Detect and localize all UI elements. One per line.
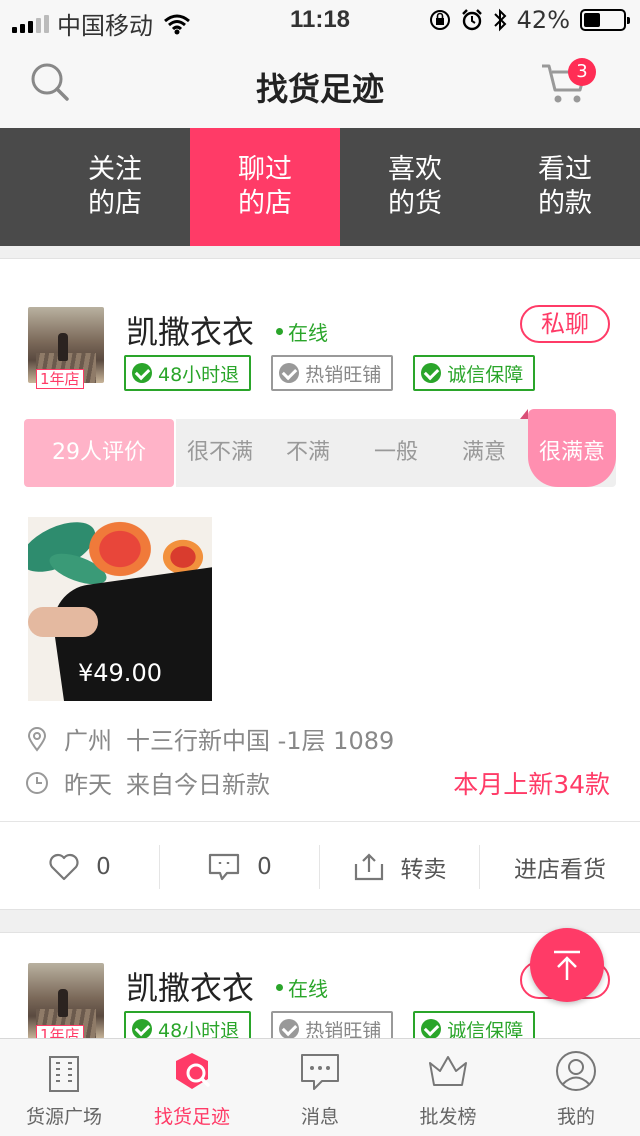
tab-label: 我的 [556,1106,595,1128]
battery-percent: 42% [516,6,570,34]
new-items-count[interactable]: 本月上新34款 [453,765,610,801]
shop-name[interactable]: 凯撒衣衣 [126,307,254,353]
product-thumbnail[interactable]: ¥49.00 [28,517,212,701]
tab-label: 批发榜 [419,1106,477,1128]
rating-very-satisfied[interactable]: 很满意 [520,409,616,487]
rating-bar: 29人评价 很不满 不满 一般 满意 很满意 [24,409,616,487]
address: 十三行新中国 -1层 1089 [126,727,395,755]
battery-icon [580,9,630,31]
like-button[interactable]: 0 [0,844,160,889]
location-row: 广州 十三行新中国 -1层 1089 [24,721,394,756]
shop-badges: 48小时退 热销旺铺 诚信保障 [124,355,536,391]
comment-icon [209,853,240,880]
rating-very-unsatisfied[interactable]: 很不满 [176,419,264,487]
footprint-search-icon [176,1053,210,1089]
check-icon [132,363,152,383]
source-label: 来自今日新款 [126,771,270,799]
badge-label: 48小时退 [158,363,240,386]
back-to-top-button[interactable] [530,928,604,1002]
tab-chatted-shops[interactable]: 聊过 的店 [190,128,340,246]
visit-shop-label: 进店看货 [514,856,606,883]
shop-age-badge: 1年店 [36,369,84,389]
status-bar: 中国移动 11:18 42% [0,0,640,40]
tab-label: 的款 [538,188,592,219]
resell-label: 转卖 [400,856,447,883]
tab-label: 的货 [388,188,442,219]
rating-satisfied[interactable]: 满意 [440,419,528,487]
tab-label: 关注 [88,154,142,185]
tab-messages[interactable]: 消息 [256,1039,384,1136]
arrow-up-icon [554,950,580,980]
time-label: 昨天 [64,771,112,799]
rating-unsatisfied[interactable]: 不满 [264,419,352,487]
badge-label: 热销旺铺 [305,363,382,386]
clock-icon [26,771,48,794]
tab-source-plaza[interactable]: 货源广场 [0,1039,128,1136]
bluetooth-icon [493,8,507,32]
cart-count-badge: 3 [568,58,596,86]
heart-icon [49,853,79,880]
crown-icon [429,1056,467,1086]
alarm-icon [461,9,482,31]
online-status: 在线 [276,317,328,346]
bottom-tab-bar: 货源广场 找货足迹 消息 批发榜 我的 [0,1038,640,1136]
shop-card: 1年店 凯撒衣衣 在线 私聊 48小时退 热销旺铺 诚信保障 29人评价 很不满… [0,258,640,910]
private-chat-button[interactable]: 私聊 [520,305,610,343]
location-pin-icon [27,726,47,752]
tab-label: 喜欢 [388,154,442,185]
check-icon [421,1019,442,1039]
user-icon [556,1051,596,1091]
city: 广州 [64,727,112,755]
tab-viewed-items[interactable]: 看过 的款 [490,128,640,246]
check-icon [421,363,442,383]
tab-label: 聊过 [238,154,292,185]
badge-label: 诚信保障 [447,363,524,386]
tab-mine[interactable]: 我的 [512,1039,640,1136]
like-count: 0 [96,853,111,880]
nav-bar: 找货足迹 3 [0,40,640,128]
check-icon [279,1019,300,1039]
tab-label: 消息 [300,1106,339,1128]
category-tabs: 关注 的店 聊过 的店 喜欢 的货 看过 的款 [0,128,640,246]
check-icon [132,1019,152,1039]
time-row: 昨天 来自今日新款 [24,765,270,800]
building-icon [49,1056,79,1092]
comment-button[interactable]: 0 [160,844,320,889]
integrity-badge: 诚信保障 [413,355,536,391]
message-icon [301,1054,339,1090]
tab-label: 找货足迹 [153,1106,230,1128]
online-status: 在线 [276,973,328,1002]
comment-count: 0 [257,853,272,880]
tab-wholesale-rank[interactable]: 批发榜 [384,1039,512,1136]
rating-count[interactable]: 29人评价 [24,419,174,487]
resell-button[interactable]: 转卖 [320,844,480,889]
share-upload-icon [354,852,383,880]
product-price: ¥49.00 [78,659,162,687]
tab-followed-shops[interactable]: 关注 的店 [40,128,190,246]
visit-shop-button[interactable]: 进店看货 [480,845,640,889]
tab-label: 的店 [238,188,292,219]
check-icon [279,363,300,383]
tab-label: 的店 [88,188,142,219]
return-48h-badge: 48小时退 [124,355,252,391]
tab-label: 看过 [538,154,592,185]
tab-liked-goods[interactable]: 喜欢 的货 [340,128,490,246]
rating-neutral[interactable]: 一般 [352,419,440,487]
shop-name[interactable]: 凯撒衣衣 [126,963,254,1009]
tab-label: 货源广场 [25,1106,102,1128]
action-bar: 0 0 转卖 进店看货 [0,821,640,911]
rotation-lock-icon [429,10,450,30]
hot-shop-badge: 热销旺铺 [271,355,394,391]
tab-find-goods[interactable]: 找货足迹 [128,1039,256,1136]
